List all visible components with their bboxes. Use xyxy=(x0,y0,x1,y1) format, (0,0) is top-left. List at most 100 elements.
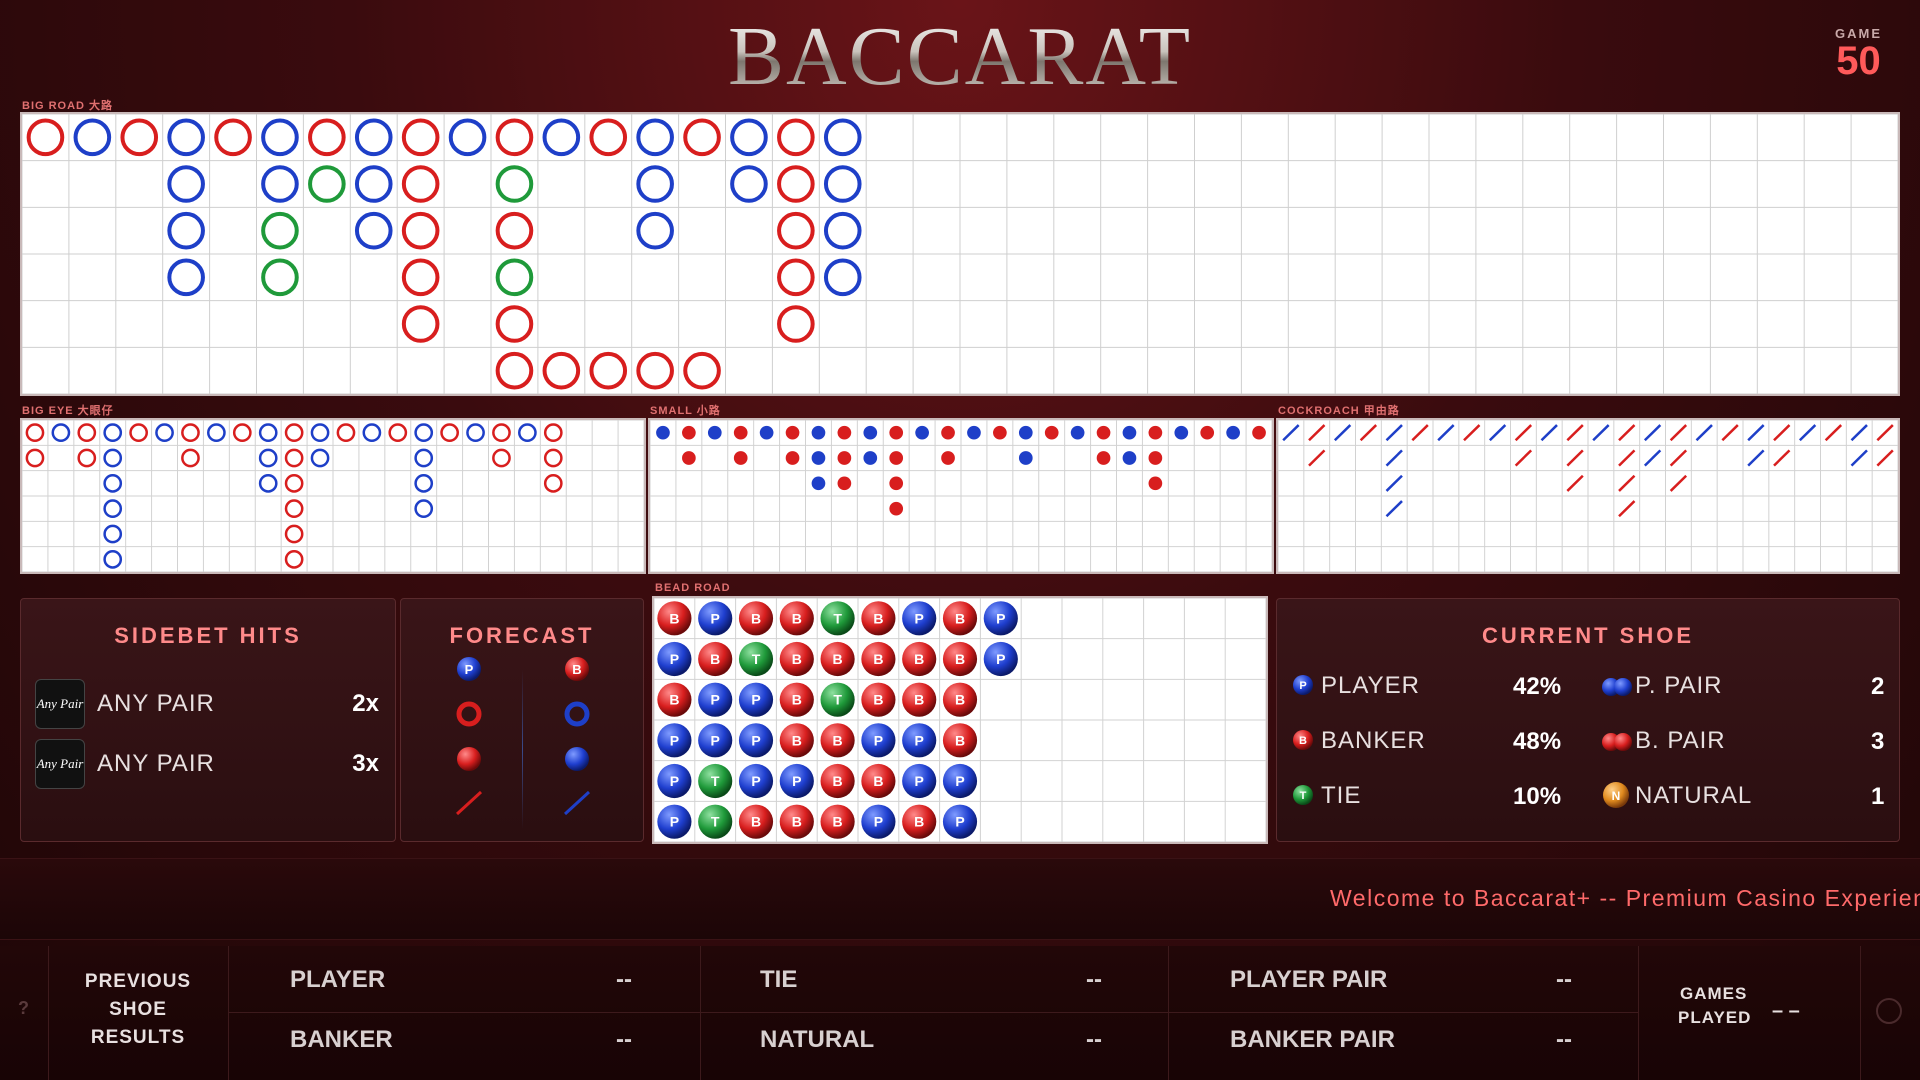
previous-line-1: PREVIOUS xyxy=(84,971,192,992)
cockroach-mark xyxy=(1385,500,1403,518)
bead-letter: B xyxy=(955,692,965,708)
player-badge-letter: P xyxy=(465,662,474,677)
bead-mark: B xyxy=(820,723,855,758)
small-road-mark xyxy=(1148,425,1163,440)
bead-letter: P xyxy=(751,773,760,789)
bead-mark: T xyxy=(698,763,733,799)
big-road-mark xyxy=(495,118,534,157)
big-eye-mark xyxy=(310,448,330,468)
any-pair-icon: Any Pair xyxy=(35,739,85,789)
bead-letter: B xyxy=(669,610,679,626)
help-icon[interactable]: ? xyxy=(18,998,29,1019)
forecast-canvas: P B xyxy=(455,657,591,816)
cockroach-mark xyxy=(1411,424,1429,442)
bead-letter: P xyxy=(711,692,720,708)
cockroach-mark xyxy=(1721,424,1739,442)
bead-letter: B xyxy=(792,814,802,830)
divider xyxy=(1168,946,1169,1080)
big-eye-mark xyxy=(258,473,278,493)
footer-ppair-value: -- xyxy=(1556,966,1572,993)
cockroach-mark xyxy=(1850,424,1868,442)
big-road-mark xyxy=(730,118,768,157)
big-eye-mark xyxy=(543,473,563,493)
gear-icon[interactable] xyxy=(1876,998,1902,1024)
cockroach-next-icon xyxy=(455,790,483,816)
big-road-mark xyxy=(401,305,440,343)
big-road-mark xyxy=(636,165,674,203)
bead-letter: B xyxy=(914,692,924,708)
cockroach-mark xyxy=(1359,424,1378,442)
bead-letter: T xyxy=(711,814,720,830)
bead-letter: P xyxy=(996,610,1005,626)
footer-bpair-value: -- xyxy=(1556,1026,1572,1053)
bead-mark: B xyxy=(861,763,896,799)
bead-mark: B xyxy=(861,601,896,636)
previous-line-2: SHOE xyxy=(109,999,167,1020)
cockroach-mark xyxy=(1463,424,1481,442)
bead-mark: B xyxy=(942,682,978,717)
bead-letter: P xyxy=(670,773,679,789)
small-road-mark xyxy=(1070,425,1085,440)
shoe-ppair-count: 2 xyxy=(1871,673,1885,700)
previous-shoe-results-button[interactable]: PREVIOUS SHOE RESULTS xyxy=(48,968,228,1052)
banker-badge-letter: B xyxy=(572,662,581,677)
big-eye-mark xyxy=(362,423,382,443)
bead-letter: P xyxy=(915,610,924,626)
big-eye-label: BIG EYE 大眼仔 xyxy=(22,405,114,417)
small-road-mark xyxy=(707,425,722,440)
cockroach-mark xyxy=(1385,449,1403,467)
small-road-mark xyxy=(1148,476,1163,491)
bead-mark: P xyxy=(902,723,937,758)
big-road-mark xyxy=(167,258,205,297)
big-eye-mark xyxy=(103,549,123,569)
small-next-icon xyxy=(457,747,481,771)
small-road-mark xyxy=(967,425,981,440)
big-road-mark xyxy=(495,258,534,297)
bead-letter: B xyxy=(792,732,802,748)
svg-text:P: P xyxy=(1299,680,1306,692)
big-eye-mark xyxy=(492,423,511,443)
divider xyxy=(1860,946,1861,1080)
bead-mark: B xyxy=(738,804,774,839)
bead-mark: P xyxy=(779,763,814,799)
bead-mark: P xyxy=(698,723,733,758)
app-title: BACCARAT xyxy=(0,8,1920,105)
svg-text:T: T xyxy=(1300,790,1307,802)
tie-ball-icon: T xyxy=(1293,785,1313,805)
big-road-mark xyxy=(777,211,815,250)
big-road-mark xyxy=(308,118,346,157)
ticker-bar: Welcome to Baccarat+ -- Premium Casino E… xyxy=(0,858,1920,940)
bead-letter: B xyxy=(955,732,965,748)
small-road-mark xyxy=(915,425,929,440)
big-eye-mark xyxy=(103,448,123,468)
cockroach-mark xyxy=(1618,474,1636,492)
big-road-mark xyxy=(823,258,862,297)
banker-ball-icon: B xyxy=(1293,730,1313,750)
big-eye-mark xyxy=(284,423,304,443)
shoe-natural-label: NATURAL xyxy=(1635,782,1753,809)
small-road-mark xyxy=(837,425,852,440)
bead-mark: B xyxy=(779,723,814,758)
big-eye-mark xyxy=(466,423,485,443)
big-road-mark xyxy=(495,211,534,250)
footer-bpair-label: BANKER PAIR xyxy=(1230,1026,1395,1053)
big-eye-mark xyxy=(181,448,200,468)
big-road-mark xyxy=(542,351,581,390)
big-road-mark xyxy=(636,118,674,157)
shoe-natural-count: 1 xyxy=(1871,783,1885,810)
bead-letter: B xyxy=(873,692,883,708)
cockroach-canvas xyxy=(1278,420,1898,572)
big-eye-mark xyxy=(103,473,123,493)
big-road-mark xyxy=(167,165,205,203)
small-road-mark xyxy=(1122,451,1137,465)
bead-mark: B xyxy=(942,641,978,677)
bead-letter: T xyxy=(752,651,761,667)
bead-mark: B xyxy=(942,723,978,758)
bead-letter: P xyxy=(955,814,964,830)
small-road-mark xyxy=(1096,425,1111,440)
big-road-mark xyxy=(823,118,862,157)
games-played-line-2: PLAYED xyxy=(1678,1008,1752,1027)
big-road-mark xyxy=(401,165,440,203)
big-road-mark xyxy=(354,165,393,203)
bead-letter: B xyxy=(914,651,924,667)
